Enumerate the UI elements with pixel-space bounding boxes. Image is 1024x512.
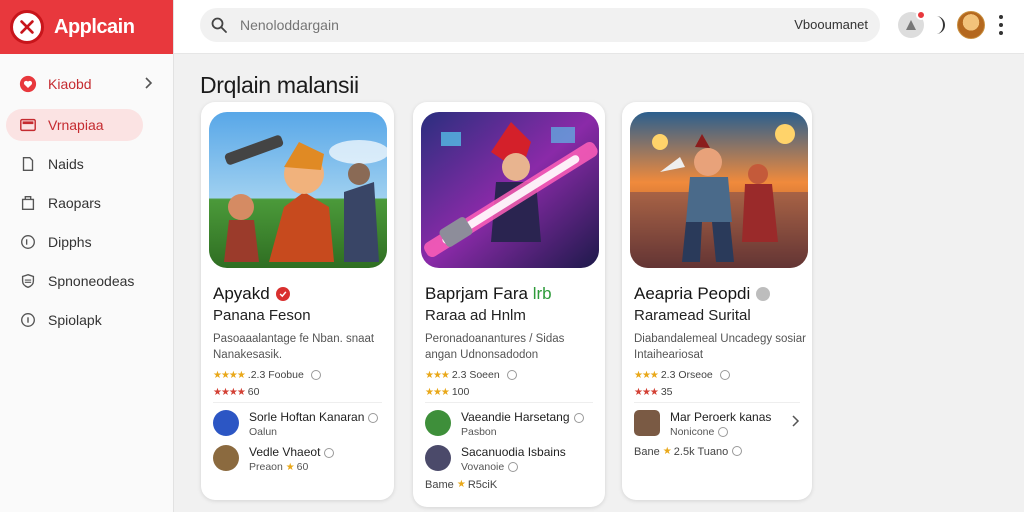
- chevron-right-icon: [145, 77, 153, 89]
- sidebar-item-dipphs[interactable]: Dipphs: [6, 226, 167, 258]
- card-footer: Bame ★ R5ciK: [425, 479, 498, 491]
- card-title[interactable]: Baprjam Fara lrb: [425, 284, 552, 304]
- game-card[interactable]: Aeapria Peopdi Raramead Surital Diabanda…: [622, 102, 812, 500]
- notification-icon[interactable]: [898, 10, 926, 38]
- notification-badge: [916, 10, 926, 20]
- more-vertical-icon[interactable]: [998, 13, 1004, 37]
- info-icon: [719, 370, 730, 381]
- star-rating-icon: ★★★: [425, 370, 450, 381]
- review-item[interactable]: Vaeandie Harsetang Pasbon: [425, 410, 584, 439]
- like-icon[interactable]: [324, 447, 335, 458]
- verified-badge-icon: [756, 287, 771, 301]
- like-icon[interactable]: [573, 412, 584, 423]
- app-logo-icon[interactable]: [10, 10, 44, 44]
- sidebar-item-label: Dipphs: [48, 234, 92, 250]
- app-name: Applcain: [54, 15, 135, 38]
- divider: [634, 402, 800, 403]
- search-input[interactable]: [240, 17, 660, 33]
- card-title[interactable]: Apyakd: [213, 284, 290, 304]
- reviewer-avatar: [425, 410, 451, 436]
- heart-icon: [18, 74, 38, 94]
- top-header: Vbooumanet: [174, 0, 1024, 54]
- sidebar-item-label: Kiaobd: [48, 76, 92, 92]
- sidebar-item-label: Spnoneodeas: [48, 273, 135, 289]
- info-icon: [506, 370, 517, 381]
- user-avatar[interactable]: [957, 11, 985, 39]
- star-rating-icon: ★★★★: [213, 370, 246, 381]
- reviewer-avatar: [213, 410, 239, 436]
- reviewer-avatar: [425, 445, 451, 471]
- folder-icon: [18, 115, 38, 135]
- page-title: Drqlain malansii: [200, 72, 359, 98]
- moon-icon[interactable]: [932, 14, 946, 36]
- sidebar-item-label: Raopars: [48, 195, 101, 211]
- chevron-right-icon[interactable]: [790, 415, 800, 427]
- game-artwork[interactable]: [421, 112, 599, 268]
- game-card[interactable]: Baprjam Fara lrb Raraa ad Hnlm Peronadoa…: [413, 102, 605, 507]
- shield-icon: [18, 271, 38, 291]
- card-subtitle: Raraa ad Hnlm: [425, 307, 526, 324]
- star-icon: ★: [285, 462, 295, 473]
- brand-bar: Applcain: [0, 0, 173, 54]
- card-description: Diabandalemeal Uncadegy sosiar Intaihear…: [634, 333, 806, 361]
- game-card[interactable]: Apyakd Panana Feson Pasoaaalantage fe Nb…: [201, 102, 394, 500]
- like-icon[interactable]: [718, 427, 729, 438]
- search-icon[interactable]: [210, 16, 228, 34]
- game-artwork[interactable]: [209, 112, 387, 268]
- info-icon: [18, 310, 38, 330]
- sidebar: Applcain Kiaobd Vrnapiaa Naids Raopars D…: [0, 0, 174, 512]
- card-description: Pasoaaalantage fe Nban. snaat Nanakesasi…: [213, 333, 375, 361]
- star-icon: ★: [662, 446, 672, 457]
- verified-badge-icon: [275, 287, 290, 301]
- sidebar-item-spnoneodeas[interactable]: Spnoneodeas: [6, 265, 167, 297]
- reviewer-avatar: [634, 410, 660, 436]
- review-item[interactable]: Sorle Hoftan Kanaran Oalun: [213, 410, 379, 439]
- star-rating-icon: ★★★: [634, 370, 659, 381]
- review-item[interactable]: Vedle Vhaeot Preaon ★ 60: [213, 445, 335, 475]
- like-icon[interactable]: [732, 446, 743, 456]
- sidebar-item-raopars[interactable]: Raopars: [6, 187, 167, 219]
- sidebar-item-spiolapk[interactable]: Spiolapk: [6, 304, 167, 336]
- game-artwork[interactable]: [630, 112, 808, 268]
- bookmark-icon: [18, 193, 38, 213]
- document-icon: [18, 154, 38, 174]
- star-icon: ★: [456, 479, 466, 490]
- review-item[interactable]: Sacanuodia Isbains Vovanoie: [425, 445, 566, 474]
- card-rating: ★★★★ .2.3 Foobue ★★★★ 60: [213, 367, 321, 401]
- play-circle-icon: [18, 232, 38, 252]
- sidebar-item-label: Vrnapiaa: [48, 117, 104, 133]
- like-icon[interactable]: [368, 412, 379, 423]
- card-subtitle: Panana Feson: [213, 307, 311, 324]
- sidebar-item-vrnapiaa[interactable]: Vrnapiaa: [6, 109, 143, 141]
- search-bar[interactable]: Vbooumanet: [200, 8, 880, 42]
- sidebar-item-kiaobd[interactable]: Kiaobd: [6, 68, 167, 100]
- card-title[interactable]: Aeapria Peopdi: [634, 284, 771, 304]
- divider: [425, 402, 593, 403]
- card-rating: ★★★ 2.3 Soeen ★★★ 100: [425, 367, 517, 401]
- card-footer: Bane ★ 2.5k Tuano: [634, 446, 743, 458]
- reviewer-avatar: [213, 445, 239, 471]
- card-rating: ★★★ 2.3 Orseoe ★★★ 35: [634, 367, 730, 401]
- divider: [213, 402, 382, 403]
- star-rating-icon: ★★★: [425, 387, 450, 398]
- like-icon[interactable]: [508, 462, 519, 473]
- star-rating-icon: ★★★: [634, 387, 659, 398]
- sidebar-item-naids[interactable]: Naids: [6, 148, 167, 180]
- sidebar-item-label: Spiolapk: [48, 312, 102, 328]
- card-subtitle: Raramead Surital: [634, 307, 751, 324]
- sidebar-nav: Kiaobd Vrnapiaa Naids Raopars Dipphs Spn…: [0, 54, 173, 336]
- star-rating-icon: ★★★★: [213, 387, 246, 398]
- search-filter-label[interactable]: Vbooumanet: [794, 17, 868, 32]
- review-item[interactable]: Mar Peroerk kanas Nonicone: [634, 410, 771, 439]
- info-icon: [310, 370, 321, 381]
- sidebar-item-label: Naids: [48, 156, 84, 172]
- card-description: Peronadoanantures / Sidas angan Udnonsad…: [425, 333, 565, 361]
